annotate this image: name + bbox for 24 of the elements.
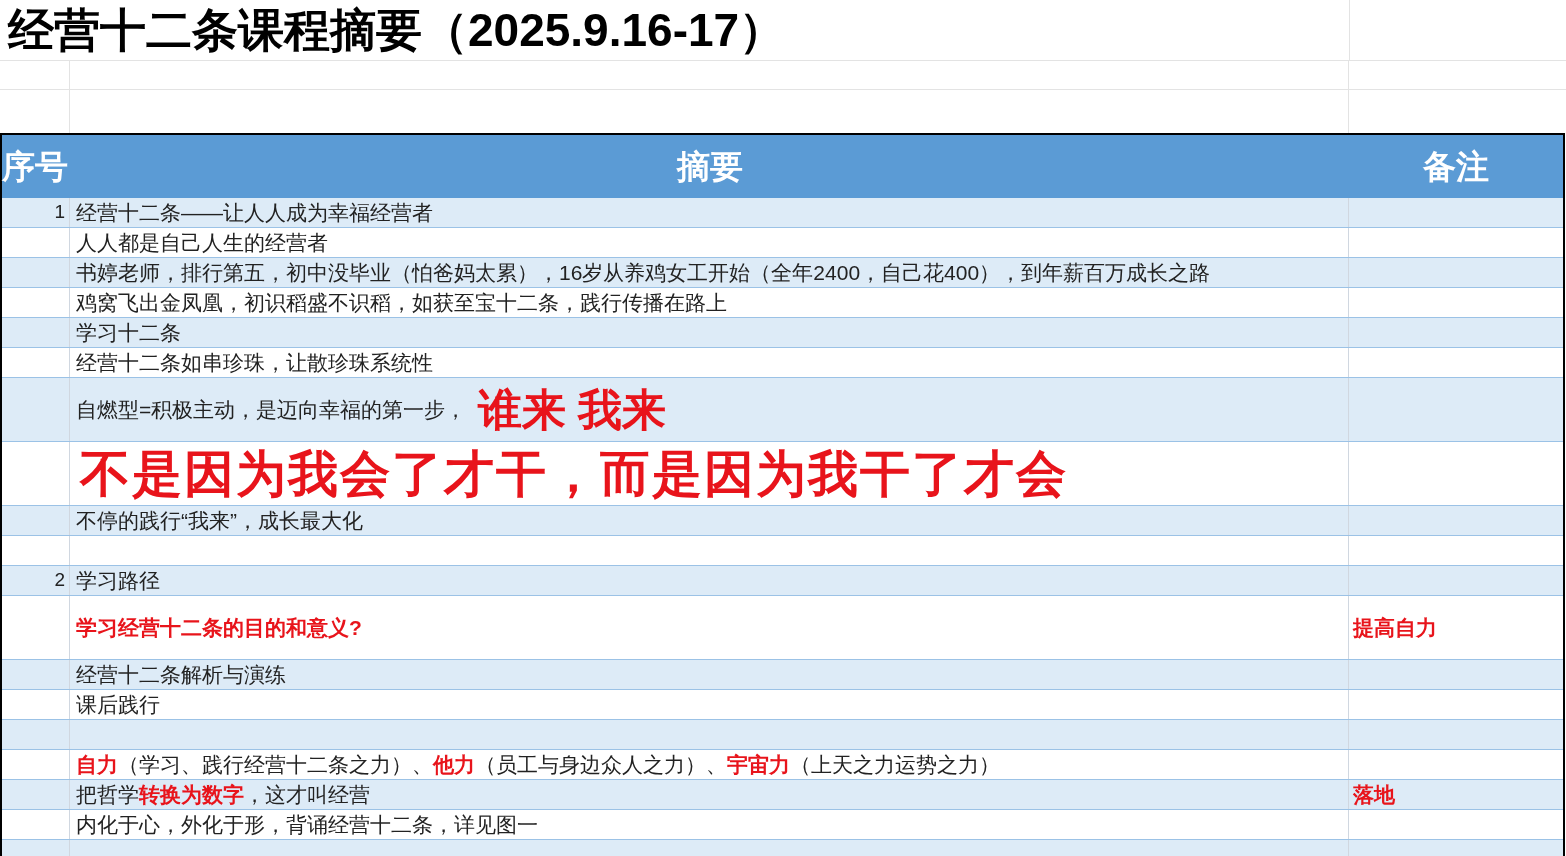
summary-text: 学习路径: [76, 567, 160, 594]
summary-text: 人人都是自己人生的经营者: [76, 229, 328, 256]
summary-text: 不是因为我会了才干，而是因为我干了才会: [78, 444, 1068, 504]
note-text: 落地: [1353, 781, 1395, 808]
column-header: 摘要: [676, 146, 743, 187]
summary-text: 自燃型=积极主动，是迈向幸福的第一步， 谁来 我来: [76, 384, 667, 435]
summary-text: 学习经营十二条的目的和意义?: [76, 614, 362, 641]
summary-text: 经营十二条解析与演练: [76, 661, 286, 688]
summary-text: 自力（学习、践行经营十二条之力）、他力（员工与身边众人之力）、宇宙力（上天之力运势之力）: [76, 751, 1000, 778]
summary-text: 书婷老师，排行第五，初中没毕业（怕爸妈太累），16岁从养鸡女工开始（全年2400，自己花400），到年薪百万成长之路: [76, 259, 1211, 286]
row-number: 1: [54, 200, 65, 225]
summary-text: 学习十二条: [76, 319, 181, 346]
summary-text: 经营十二条如串珍珠，让散珍珠系统性: [76, 349, 433, 376]
summary-text: 经营十二条——让人人成为幸福经营者: [76, 199, 433, 226]
summary-text: 把哲学转换为数字，这才叫经营: [76, 781, 370, 808]
sheet-title: 经营十二条课程摘要（2025.9.16-17）: [8, 3, 786, 58]
column-header: 备注: [1423, 146, 1489, 187]
summary-text: 鸡窝飞出金凤凰，初识稻盛不识稻，如获至宝十二条，践行传播在路上: [76, 289, 727, 316]
summary-text: 内化于心，外化于形，背诵经营十二条，详见图一: [76, 811, 538, 838]
summary-text: 课后践行: [76, 691, 160, 718]
summary-text: 不停的践行“我来”，成长最大化: [76, 507, 363, 534]
column-header: 序号: [2, 146, 68, 187]
row-number: 2: [54, 568, 65, 593]
note-text: 提高自力: [1353, 614, 1437, 641]
